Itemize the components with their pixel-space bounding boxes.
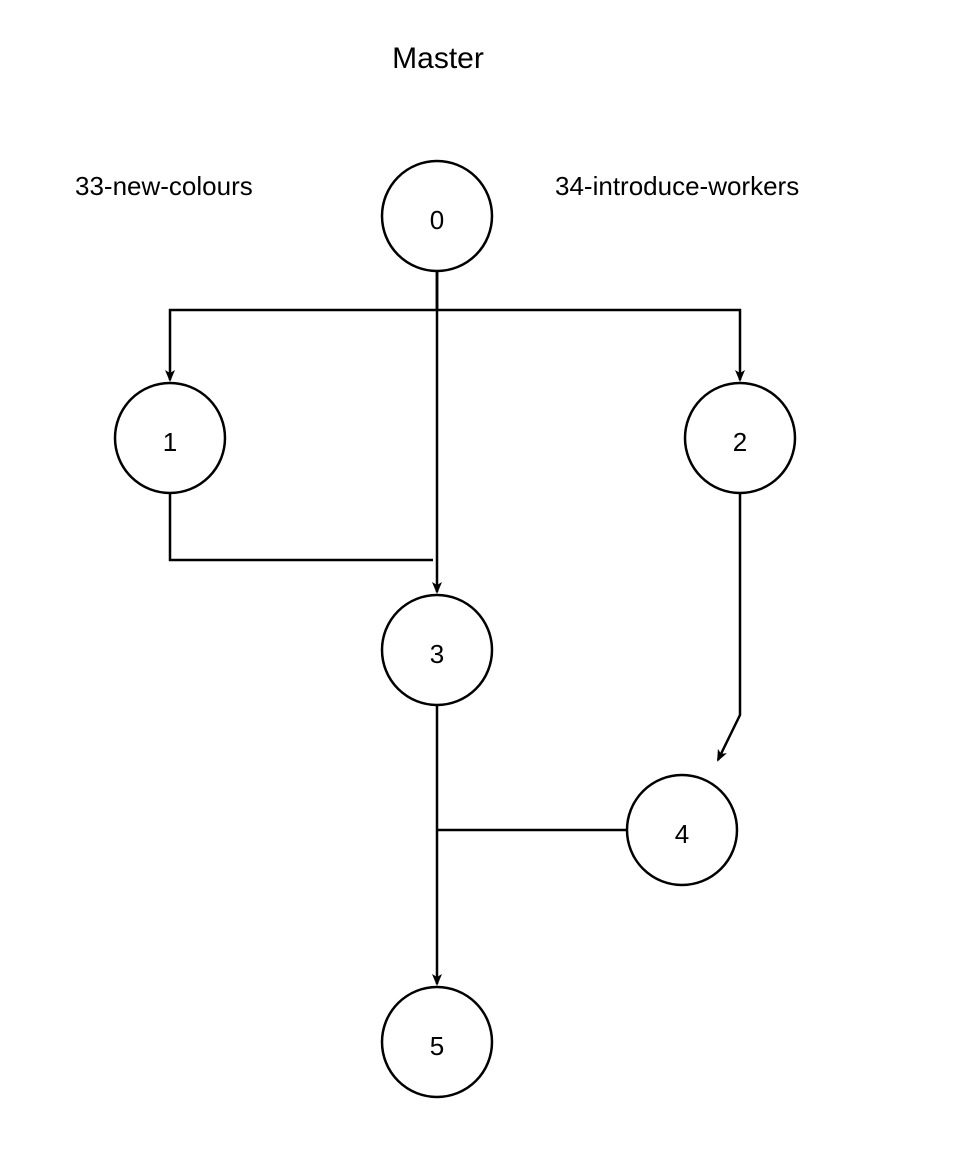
node-2: 2: [685, 383, 795, 493]
edge-1-to-3: [170, 493, 433, 560]
edge-0-to-1: [170, 271, 437, 380]
node-3-label: 3: [430, 639, 444, 669]
node-1-label: 1: [163, 427, 177, 457]
node-0-label: 0: [430, 205, 444, 235]
node-1: 1: [115, 383, 225, 493]
git-graph-diagram: Master 33-new-colours 34-introduce-worke…: [0, 0, 954, 1175]
node-5: 5: [382, 987, 492, 1097]
node-4-label: 4: [675, 819, 689, 849]
diagram-title: Master: [392, 42, 484, 75]
node-4: 4: [627, 775, 737, 885]
node-3: 3: [382, 595, 492, 705]
node-2-label: 2: [733, 427, 747, 457]
node-0: 0: [382, 161, 492, 271]
edge-2-to-4: [718, 493, 740, 760]
node-5-label: 5: [430, 1031, 444, 1061]
edge-0-to-2: [437, 271, 740, 380]
branch-label-left: 33-new-colours: [75, 171, 253, 201]
branch-label-right: 34-introduce-workers: [555, 171, 799, 201]
